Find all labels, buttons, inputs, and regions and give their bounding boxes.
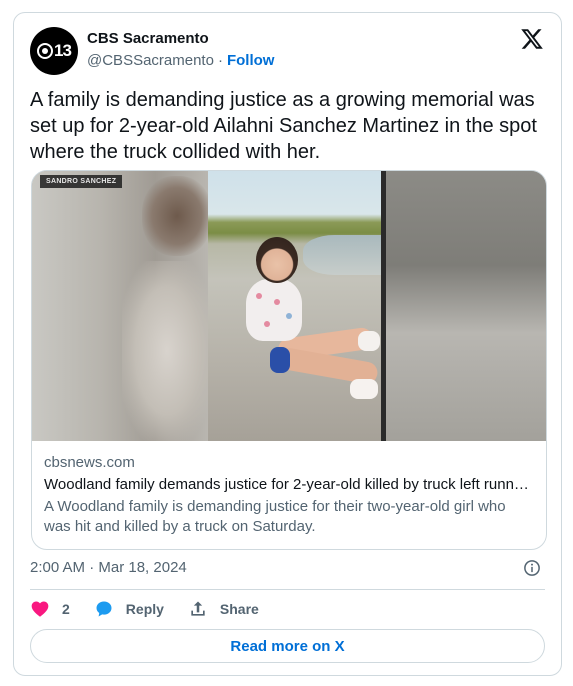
follow-button[interactable]: Follow — [227, 52, 275, 69]
tweet-embed-card: 13 CBS Sacramento @CBSSacramento · Follow … — [13, 12, 562, 676]
avatar[interactable]: 13 — [30, 27, 78, 75]
link-description: A Woodland family is demanding justice f… — [44, 498, 506, 535]
avatar-number: 13 — [54, 41, 72, 60]
tweet-text: A family is demanding justice as a growi… — [30, 89, 537, 163]
share-button[interactable]: Share — [188, 599, 259, 619]
like-count: 2 — [62, 601, 70, 617]
child-photo — [208, 171, 381, 441]
read-more-button[interactable]: Read more on X — [30, 629, 545, 663]
link-preview-image[interactable]: SANDRO SANCHEZ — [32, 171, 546, 441]
reply-label: Reply — [125, 601, 164, 617]
share-label: Share — [219, 601, 259, 617]
blurred-photo-right — [386, 171, 546, 441]
like-button[interactable]: 2 — [30, 599, 70, 619]
handle-row: @CBSSacramento · Follow — [87, 51, 274, 71]
reply-bubble-icon — [96, 601, 112, 617]
timestamp-row: 2:00 AM · Mar 18, 2024 — [30, 558, 545, 578]
heart-icon — [31, 601, 49, 617]
info-icon[interactable] — [523, 559, 541, 577]
reply-button[interactable]: Reply — [94, 599, 164, 619]
action-bar: 2 Reply Share — [30, 597, 283, 621]
link-title: Woodland family demands justice for 2-ye… — [44, 476, 529, 493]
link-preview-meta: cbsnews.com Woodland family demands just… — [44, 453, 534, 537]
timestamp[interactable]: 2:00 AM · Mar 18, 2024 — [30, 559, 187, 576]
tweet-header: 13 CBS Sacramento @CBSSacramento · Follow — [30, 27, 545, 75]
display-name[interactable]: CBS Sacramento — [87, 29, 274, 49]
separator-dot: · — [217, 52, 223, 69]
photo-credit: SANDRO SANCHEZ — [40, 175, 123, 188]
link-domain: cbsnews.com — [44, 454, 135, 471]
author-info: CBS Sacramento @CBSSacramento · Follow — [87, 29, 274, 71]
cbs-eye-logo-icon — [37, 43, 54, 59]
share-upload-icon — [191, 601, 205, 616]
handle[interactable]: @CBSSacramento — [87, 52, 214, 69]
blurred-photo-left — [32, 171, 212, 441]
x-logo-icon[interactable] — [519, 27, 545, 51]
divider — [30, 589, 545, 590]
link-preview-card[interactable]: SANDRO SANCHEZ cbsnews.com Woodland fami… — [31, 170, 547, 550]
